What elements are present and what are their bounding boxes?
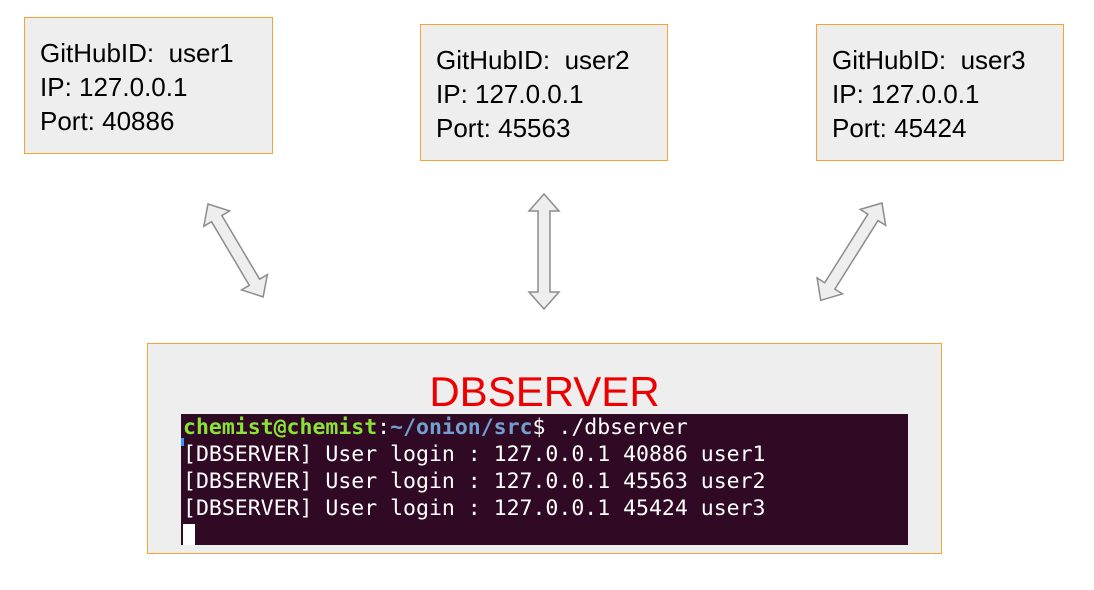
prompt-command: $ ./dbserver <box>532 415 688 440</box>
text-caret <box>181 438 184 446</box>
prompt-separator: : <box>377 415 391 440</box>
double-arrow-icon <box>527 192 561 311</box>
prompt-user: chemist@chemist <box>183 415 378 440</box>
server-title: DBSERVER <box>429 368 660 415</box>
terminal-window[interactable]: chemist@chemist:~/onion/src$ ./dbserver … <box>181 414 908 545</box>
terminal-output-line: [DBSERVER] User login : 127.0.0.1 45563 … <box>183 469 766 494</box>
terminal-prompt-line: chemist@chemist:~/onion/src$ ./dbserver <box>183 414 908 441</box>
terminal-output-line: [DBSERVER] User login : 127.0.0.1 45424 … <box>183 496 766 521</box>
double-arrow-icon <box>816 202 887 302</box>
terminal-cursor <box>183 524 195 545</box>
terminal-cursor-line <box>183 522 908 545</box>
prompt-path: ~/onion/src <box>390 415 533 440</box>
terminal-output-line: [DBSERVER] User login : 127.0.0.1 40886 … <box>183 442 766 467</box>
double-arrow-icon <box>202 203 269 298</box>
